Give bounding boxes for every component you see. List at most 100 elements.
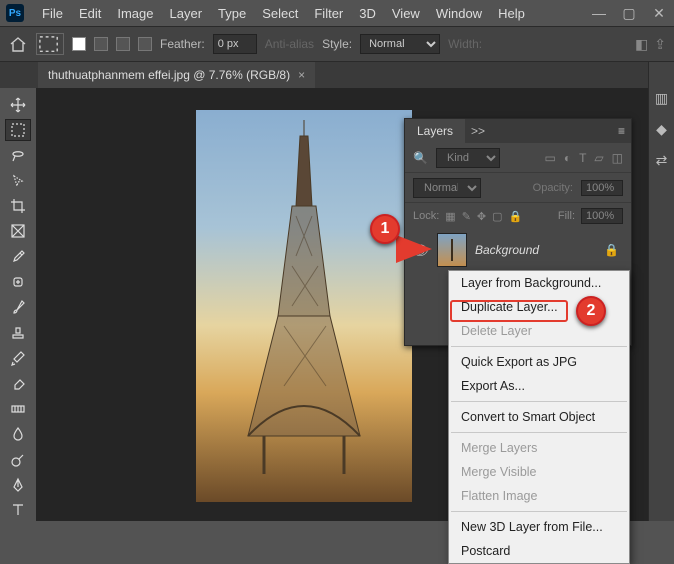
opacity-label: Opacity: <box>533 182 573 194</box>
home-icon[interactable] <box>8 35 28 53</box>
layer-name[interactable]: Background <box>475 243 539 257</box>
tool-box <box>0 88 36 521</box>
share-icon[interactable]: ⇪ <box>654 36 666 53</box>
lasso-tool[interactable] <box>5 145 31 166</box>
feather-label: Feather: <box>160 37 205 51</box>
gradient-tool[interactable] <box>5 398 31 419</box>
annotation-marker-1: 1 <box>370 214 400 244</box>
fill-label: Fill: <box>558 210 575 222</box>
filter-smart-icon[interactable]: ◫ <box>612 151 623 165</box>
layer-lock-icon: 🔒 <box>604 243 625 257</box>
document-tab-title: thuthuatphanmem effei.jpg @ 7.76% (RGB/8… <box>48 68 290 82</box>
filter-search-icon[interactable]: 🔍 <box>413 151 428 165</box>
filter-pixel-icon[interactable]: ▭ <box>544 151 555 165</box>
ctx-quick-export[interactable]: Quick Export as JPG <box>449 350 629 374</box>
marquee-tool[interactable] <box>5 119 31 140</box>
style-select[interactable]: Normal <box>360 34 440 54</box>
tool-preset-icon[interactable] <box>36 33 64 55</box>
stamp-tool[interactable] <box>5 322 31 343</box>
ctx-separator <box>451 511 627 512</box>
menu-view[interactable]: View <box>384 6 428 21</box>
ctx-merge-visible: Merge Visible <box>449 460 629 484</box>
app-logo: Ps <box>6 4 24 22</box>
frame-tool[interactable] <box>5 221 31 242</box>
window-maximize[interactable]: ▢ <box>614 5 644 22</box>
lock-position-icon[interactable]: ✥ <box>477 210 486 223</box>
ctx-separator <box>451 432 627 433</box>
menu-filter[interactable]: Filter <box>306 6 351 21</box>
healing-tool[interactable] <box>5 271 31 292</box>
menu-layer[interactable]: Layer <box>162 6 211 21</box>
layers-tab[interactable]: Layers <box>405 119 465 143</box>
move-tool[interactable] <box>5 94 31 115</box>
pen-tool[interactable] <box>5 474 31 495</box>
dodge-tool[interactable] <box>5 449 31 470</box>
panel-menu-icon[interactable]: ≡ <box>612 124 631 138</box>
adjustments-panel-icon[interactable]: ⇄ <box>656 152 668 169</box>
window-close[interactable]: ✕ <box>644 5 674 22</box>
menu-window[interactable]: Window <box>428 6 490 21</box>
document-tabs: thuthuatphanmem effei.jpg @ 7.76% (RGB/8… <box>0 62 674 88</box>
ctx-postcard[interactable]: Postcard <box>449 539 629 563</box>
annotation-marker-2: 2 <box>576 296 606 326</box>
ctx-separator <box>451 346 627 347</box>
window-controls: — ▢ ✕ <box>584 5 674 22</box>
add-selection-icon[interactable] <box>94 37 108 51</box>
menu-help[interactable]: Help <box>490 6 533 21</box>
menu-image[interactable]: Image <box>109 6 161 21</box>
properties-panel-icon[interactable]: ▥ <box>655 90 668 107</box>
right-panel-strip: ▥ ◆ ⇄ <box>648 62 674 521</box>
document-canvas[interactable] <box>196 110 412 502</box>
layers-panel-icon[interactable]: ◆ <box>656 121 667 138</box>
menu-bar: Ps File Edit Image Layer Type Select Fil… <box>0 0 674 26</box>
feather-input[interactable] <box>213 34 257 54</box>
eyedropper-tool[interactable] <box>5 246 31 267</box>
mask-mode-icon[interactable]: ◧ <box>635 36 648 53</box>
fill-input[interactable] <box>581 208 623 224</box>
options-bar: Feather: Anti-alias Style: Normal Width:… <box>0 26 674 62</box>
menu-edit[interactable]: Edit <box>71 6 109 21</box>
new-selection-icon[interactable] <box>72 37 86 51</box>
window-minimize[interactable]: — <box>584 5 614 22</box>
crop-tool[interactable] <box>5 195 31 216</box>
lock-artboard-icon[interactable]: ▢ <box>492 210 502 223</box>
menu-type[interactable]: Type <box>210 6 254 21</box>
canvas-content <box>234 116 374 476</box>
panel-collapse-icon[interactable]: >> <box>465 124 491 138</box>
filter-kind-select[interactable]: Kind <box>436 148 500 168</box>
type-tool[interactable] <box>5 500 31 521</box>
brush-tool[interactable] <box>5 297 31 318</box>
blur-tool[interactable] <box>5 424 31 445</box>
menu-3d[interactable]: 3D <box>351 6 384 21</box>
quick-select-tool[interactable] <box>5 170 31 191</box>
layer-row-background[interactable]: 👁 Background 🔒 <box>405 229 631 271</box>
subtract-selection-icon[interactable] <box>116 37 130 51</box>
ctx-separator <box>451 401 627 402</box>
filter-adjust-icon[interactable]: ◐ <box>564 151 571 165</box>
document-tab[interactable]: thuthuatphanmem effei.jpg @ 7.76% (RGB/8… <box>38 62 315 88</box>
width-label: Width: <box>448 37 482 51</box>
layer-thumbnail[interactable] <box>437 233 467 267</box>
filter-shape-icon[interactable]: ▱ <box>594 151 603 165</box>
ctx-convert-smart-object[interactable]: Convert to Smart Object <box>449 405 629 429</box>
history-brush-tool[interactable] <box>5 348 31 369</box>
ctx-new-3d-layer[interactable]: New 3D Layer from File... <box>449 515 629 539</box>
menu-file[interactable]: File <box>34 6 71 21</box>
lock-transparency-icon[interactable]: ▦ <box>445 210 455 223</box>
annotation-arrow-1 <box>396 235 432 263</box>
blend-mode-select[interactable]: Normal <box>413 178 481 198</box>
eraser-tool[interactable] <box>5 373 31 394</box>
lock-pixels-icon[interactable]: ✎ <box>462 210 471 223</box>
intersect-selection-icon[interactable] <box>138 37 152 51</box>
menu-select[interactable]: Select <box>254 6 306 21</box>
filter-type-icon[interactable]: T <box>579 151 586 165</box>
ctx-flatten-image: Flatten Image <box>449 484 629 508</box>
document-tab-close[interactable]: × <box>298 68 305 82</box>
ctx-merge-layers: Merge Layers <box>449 436 629 460</box>
style-label: Style: <box>322 37 352 51</box>
lock-all-icon[interactable]: 🔒 <box>509 210 523 223</box>
antialias-label: Anti-alias <box>265 37 314 51</box>
opacity-input[interactable] <box>581 180 623 196</box>
ctx-layer-from-background[interactable]: Layer from Background... <box>449 271 629 295</box>
ctx-export-as[interactable]: Export As... <box>449 374 629 398</box>
